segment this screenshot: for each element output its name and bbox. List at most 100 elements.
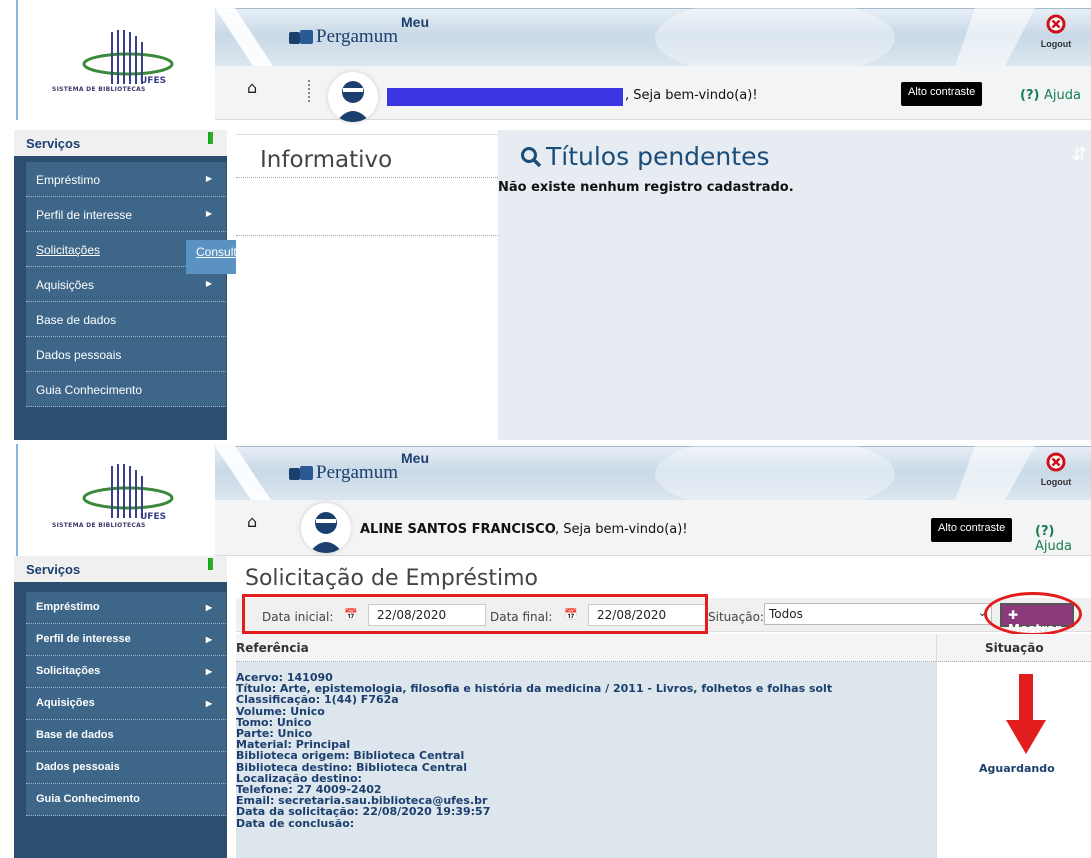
arrow-right-icon: ▶: [205, 279, 212, 288]
user-avatar-icon: [309, 512, 343, 553]
sidebar-item-emprestimo[interactable]: Empréstimo ▶: [26, 592, 226, 624]
record-line: Biblioteca origem: Biblioteca Central: [236, 750, 465, 762]
record-line: Parte: Unico: [236, 728, 313, 740]
home-icon[interactable]: ⌂: [247, 512, 257, 531]
sidebar-item-emprestimo[interactable]: Empréstimo ▶: [26, 162, 226, 197]
record-line: Data de conclusão:: [236, 817, 355, 829]
table-row: Acervo: 141090 Título: Arte, epistemolog…: [236, 662, 936, 858]
divider: [236, 177, 498, 178]
sidebar-item-guia[interactable]: Guia Conhecimento: [26, 784, 226, 816]
search-icon: [521, 146, 542, 167]
divider: [236, 235, 498, 236]
sort-icon[interactable]: ⇵: [1072, 144, 1087, 165]
screenshot-top: SISTEMA DE BIBLIOTECAS UFES Meu Pergamum…: [0, 0, 1091, 440]
arrow-right-icon: ▶: [205, 603, 212, 612]
sidebar-title-text: Serviços: [26, 562, 81, 577]
sidebar-item-label: Dados pessoais: [36, 761, 120, 773]
user-avatar-icon: [336, 81, 370, 122]
logout-icon: [1046, 452, 1066, 472]
record-line: Biblioteca destino: Biblioteca Central: [236, 761, 468, 773]
logo-abbr: UFES: [140, 76, 167, 86]
column-header-status: Situação: [936, 634, 1091, 662]
logout-label: Logout: [1040, 477, 1072, 487]
sidebar-item-dados-pessoais[interactable]: Dados pessoais: [26, 752, 226, 784]
annotation-highlight-box: [242, 594, 708, 634]
pending-titles-panel: Títulos pendentes Não existe nenhum regi…: [498, 130, 1091, 440]
logo-caption: SISTEMA DE BIBLIOTECAS: [52, 86, 146, 93]
sidebar-item-aquisicoes[interactable]: Aquisições ▶: [26, 688, 226, 720]
sidebar-item-label: Aquisições: [36, 697, 95, 709]
record-line: Material: Principal: [236, 739, 351, 751]
arrow-right-icon: ▶: [205, 699, 212, 708]
high-contrast-button[interactable]: Alto contraste: [901, 82, 983, 106]
books-icon: [289, 466, 313, 480]
brand-meu: Meu: [401, 450, 429, 466]
sidebar-title-text: Serviços: [26, 136, 81, 151]
collapse-toggle-icon[interactable]: [208, 132, 213, 144]
sidebar-item-label: Aquisições: [36, 278, 95, 292]
record-line: Localização destino:: [236, 772, 362, 785]
sidebar-item-label: Perfil de interesse: [36, 633, 131, 645]
logout-button[interactable]: Logout: [1036, 14, 1076, 49]
help-link[interactable]: (?) Ajuda: [1020, 88, 1081, 103]
sidebar-item-label: Solicitações: [36, 243, 101, 257]
user-bar: ⌂ ALINE SANTOS FRANCISCO , Seja bem-vind…: [215, 500, 1091, 556]
brand-name: Pergamum: [316, 462, 398, 483]
sidebar-item-base-dados[interactable]: Base de dados: [26, 302, 226, 337]
high-contrast-button[interactable]: Alto contraste: [931, 518, 1013, 542]
help-prefix: (?): [1020, 88, 1040, 103]
sidebar-item-dados-pessoais[interactable]: Dados pessoais: [26, 337, 226, 372]
services-sidebar: Serviços Empréstimo ▶ Perfil de interesse…: [14, 556, 227, 858]
sidebar-item-perfil[interactable]: Perfil de interesse ▶: [26, 197, 226, 232]
status-select[interactable]: Todos ⌄: [764, 603, 992, 625]
record-line: Volume: Unico: [236, 705, 325, 717]
record-line: Data da solicitação: 22/08/2020 19:39:57: [236, 806, 491, 818]
record-line: Acervo: 141090: [236, 672, 333, 684]
arrow-right-icon: ▶: [205, 174, 212, 183]
status-label: Situação:: [708, 610, 764, 624]
arrow-right-icon: ▶: [205, 635, 212, 644]
sidebar-item-label: Dados pessoais: [36, 348, 122, 362]
status-select-value: Todos: [769, 607, 803, 621]
sidebar-item-base-dados[interactable]: Base de dados: [26, 720, 226, 752]
record-line: Tomo: Unico: [236, 716, 312, 729]
sidebar-item-perfil[interactable]: Perfil de interesse ▶: [26, 624, 226, 656]
help-link[interactable]: (?) Ajuda: [1035, 524, 1091, 554]
record-line: Telefone: 27 4009-2402: [236, 784, 382, 796]
avatar: [328, 72, 378, 122]
annotation-highlight-ellipse: [984, 592, 1082, 636]
empty-message: Não existe nenhum registro cadastrado.: [498, 180, 794, 195]
collapse-toggle-icon[interactable]: [208, 558, 213, 570]
sidebar-item-label: Base de dados: [36, 313, 117, 327]
column-header-reference: Referência: [236, 634, 936, 662]
home-icon[interactable]: ⌂: [247, 78, 257, 97]
pending-title-text: Títulos pendentes: [546, 142, 770, 171]
help-label: Ajuda: [1035, 539, 1072, 554]
sidebar-item-guia[interactable]: Guia Conhecimento: [26, 372, 226, 407]
brand-name: Pergamum: [316, 26, 398, 47]
annotation-arrow-down-icon: [1006, 674, 1046, 754]
logout-icon: [1046, 14, 1066, 34]
header: SISTEMA DE BIBLIOTECAS UFES Meu Pergamum…: [0, 444, 1091, 564]
sidebar-title: Serviços: [14, 130, 227, 156]
services-sidebar: Serviços Empréstimo ▶ Perfil de interesse…: [14, 130, 227, 440]
sidebar-item-label: Empréstimo: [36, 601, 100, 613]
sidebar-menu: Empréstimo ▶ Perfil de interesse ▶ Solicit…: [26, 162, 226, 407]
sidebar-menu: Empréstimo ▶ Perfil de interesse ▶ Solicit…: [26, 592, 226, 816]
welcome-text: , Seja bem-vindo(a)!: [555, 522, 688, 537]
sidebar-item-solicitacoes[interactable]: Solicitações ▶: [26, 656, 226, 688]
sidebar-item-label: Guia Conhecimento: [36, 793, 140, 805]
sidebar-item-label: Base de dados: [36, 729, 114, 741]
ufes-logo[interactable]: SISTEMA DE BIBLIOTECAS UFES: [16, 444, 216, 564]
header: SISTEMA DE BIBLIOTECAS UFES Meu Pergamum…: [0, 0, 1091, 122]
brand-meu: Meu: [401, 14, 429, 30]
record-line: Classificação: 1(44) F762a: [236, 694, 399, 706]
logo-abbr: UFES: [140, 512, 167, 522]
record-line: Email: secretaria.sau.biblioteca@ufes.br: [236, 795, 488, 807]
pending-title: Títulos pendentes: [520, 142, 769, 171]
ufes-logo[interactable]: SISTEMA DE BIBLIOTECAS UFES: [16, 0, 216, 120]
logout-button[interactable]: Logout: [1036, 452, 1076, 487]
sidebar-item-label: Solicitações: [36, 665, 101, 677]
page-title: Solicitação de Empréstimo: [245, 566, 538, 591]
separator: [308, 80, 310, 102]
